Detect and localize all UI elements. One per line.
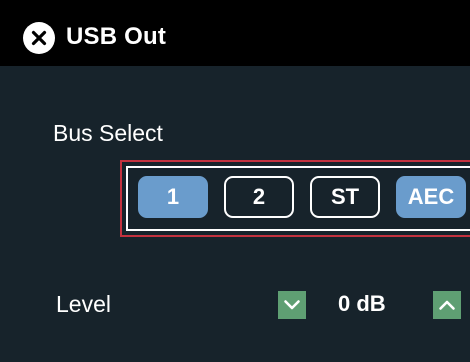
bus-button-1[interactable]: 1 bbox=[138, 176, 208, 218]
bus-select-label: Bus Select bbox=[53, 120, 163, 146]
header-bar: USB Out bbox=[0, 0, 470, 66]
level-label: Level bbox=[56, 291, 111, 317]
close-icon[interactable] bbox=[23, 22, 55, 54]
bus-button-st[interactable]: ST bbox=[310, 176, 380, 218]
bus-button-aec[interactable]: AEC bbox=[396, 176, 466, 218]
bus-button-2[interactable]: 2 bbox=[224, 176, 294, 218]
level-down-button[interactable] bbox=[278, 291, 306, 319]
page-title: USB Out bbox=[66, 23, 167, 50]
level-value: 0 dB bbox=[338, 291, 386, 316]
chevron-down-icon bbox=[284, 300, 300, 310]
level-up-button[interactable] bbox=[433, 291, 461, 319]
chevron-up-icon bbox=[439, 300, 455, 310]
